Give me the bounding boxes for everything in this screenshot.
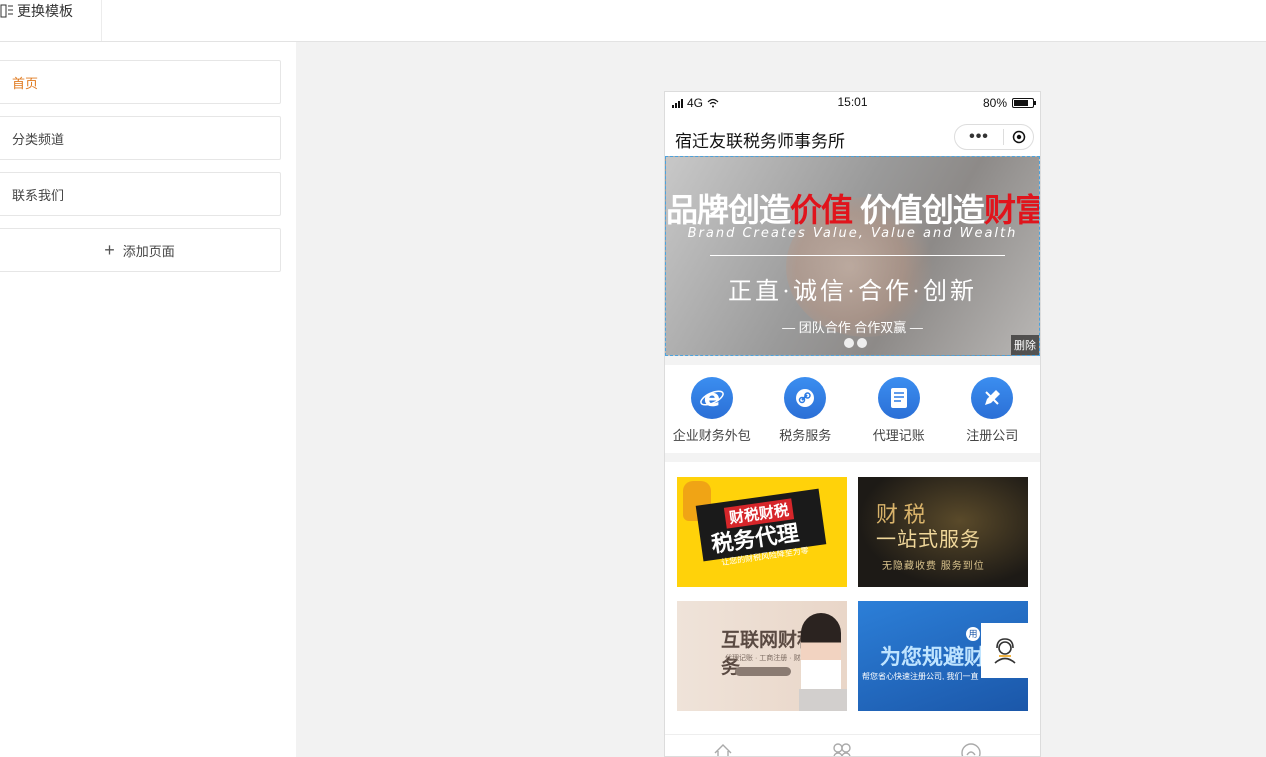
change-template-label: 更换模板 [17, 3, 73, 19]
pencil-icon [971, 377, 1014, 419]
customer-service-icon [994, 637, 1016, 664]
icon-nav-tax-service[interactable]: 税务服务 [759, 377, 853, 453]
carousel-dots [844, 338, 867, 348]
home-tab-icon[interactable] [712, 743, 734, 757]
icon-nav-company-registration[interactable]: 注册公司 [946, 377, 1040, 453]
section-gap [665, 356, 1040, 365]
svg-text:e: e [704, 385, 720, 411]
icon-nav-bookkeeping[interactable]: 代理记账 [852, 377, 946, 453]
icon-nav-label: 税务服务 [779, 428, 832, 443]
close-mini-program-icon[interactable] [1004, 130, 1033, 144]
ledger-icon [877, 377, 920, 419]
banner-divider [710, 255, 1005, 256]
template-icon [0, 4, 13, 18]
tile-badge: 用 [966, 627, 980, 641]
tile-one-stop-service[interactable]: 财 税 一站式服务 无隐藏收费 服务到位 [858, 477, 1028, 587]
tile-subtitle: 无隐藏收费 服务到位 [882, 561, 985, 572]
icon-nav-label: 注册公司 [966, 428, 1019, 443]
page-list-panel: 首页 分类频道 联系我们 + 添加页面 [0, 42, 296, 757]
tile-title: 一站式服务 [876, 529, 981, 551]
mini-program-navbar: 宿迁友联税务师事务所 ••• [665, 116, 1040, 156]
delete-banner-button[interactable]: 删除 [1011, 335, 1039, 355]
top-toolbar: 更换模板 [0, 0, 1266, 42]
nav-title: 宿迁友联税务师事务所 [675, 132, 845, 151]
image-grid: 财税财税 税务代理 让您的财税风险降至为零 财 税 一站式服务 无隐藏收费 服务… [665, 462, 1040, 732]
customer-service-button[interactable] [981, 623, 1029, 678]
tile-subtitle: 帮您省心快速注册公司, 我们一直 [862, 672, 979, 681]
icon-nav: e 企业财务外包 税务服务 代理记账 注册公司 [665, 365, 1040, 453]
change-template-button[interactable]: 更换模板 [0, 0, 102, 41]
banner-carousel[interactable]: 品牌创造价值 价值创造财富 Brand Creates Value, Value… [665, 156, 1040, 356]
page-item-label: 首页 [12, 75, 39, 91]
more-icon[interactable]: ••• [955, 127, 1003, 147]
page-item-category[interactable]: 分类频道 [0, 116, 281, 160]
contact-tab-icon[interactable] [960, 743, 982, 757]
ie-icon: e [690, 377, 733, 419]
banner-english: Brand Creates Value, Value and Wealth [687, 226, 1018, 241]
section-gap [665, 453, 1040, 462]
status-bar: 4G 15:01 80% [665, 92, 1040, 116]
page-item-contact[interactable]: 联系我们 [0, 172, 281, 216]
carousel-dot[interactable] [857, 338, 867, 348]
banner-headline: 品牌创造价值 价值创造财富 [666, 192, 1040, 228]
tile-tax-agency[interactable]: 财税财税 税务代理 让您的财税风险降至为零 [677, 477, 847, 587]
battery-icon [1012, 98, 1036, 108]
icon-nav-label: 代理记账 [872, 428, 925, 443]
icon-nav-finance-outsourcing[interactable]: e 企业财务外包 [665, 377, 759, 453]
category-tab-icon[interactable] [831, 743, 853, 757]
icon-nav-label: 企业财务外包 [672, 428, 751, 443]
page-item-label: 分类频道 [12, 131, 65, 147]
page-item-home[interactable]: 首页 [0, 60, 281, 104]
add-page-button[interactable]: + 添加页面 [0, 228, 281, 272]
banner-slogan: — 团队合作 合作双赢 — [782, 320, 923, 335]
tile-pill [735, 667, 791, 676]
page-item-label: 联系我们 [12, 187, 65, 203]
battery-percent: 80% [982, 96, 1007, 110]
laptop-image [799, 689, 847, 711]
carousel-dot[interactable] [844, 338, 854, 348]
add-page-label: 添加页面 [122, 243, 175, 259]
capsule-menu: ••• [954, 124, 1034, 150]
link-icon [784, 377, 827, 419]
plus-icon: + [104, 240, 115, 260]
tile-internet-tax[interactable]: 互联网财税服务 代理记账 · 工商注册 · 财税咨询 [677, 601, 847, 711]
tab-bar [665, 734, 1040, 757]
banner-values: 正直·诚信·合作·创新 [728, 279, 977, 305]
